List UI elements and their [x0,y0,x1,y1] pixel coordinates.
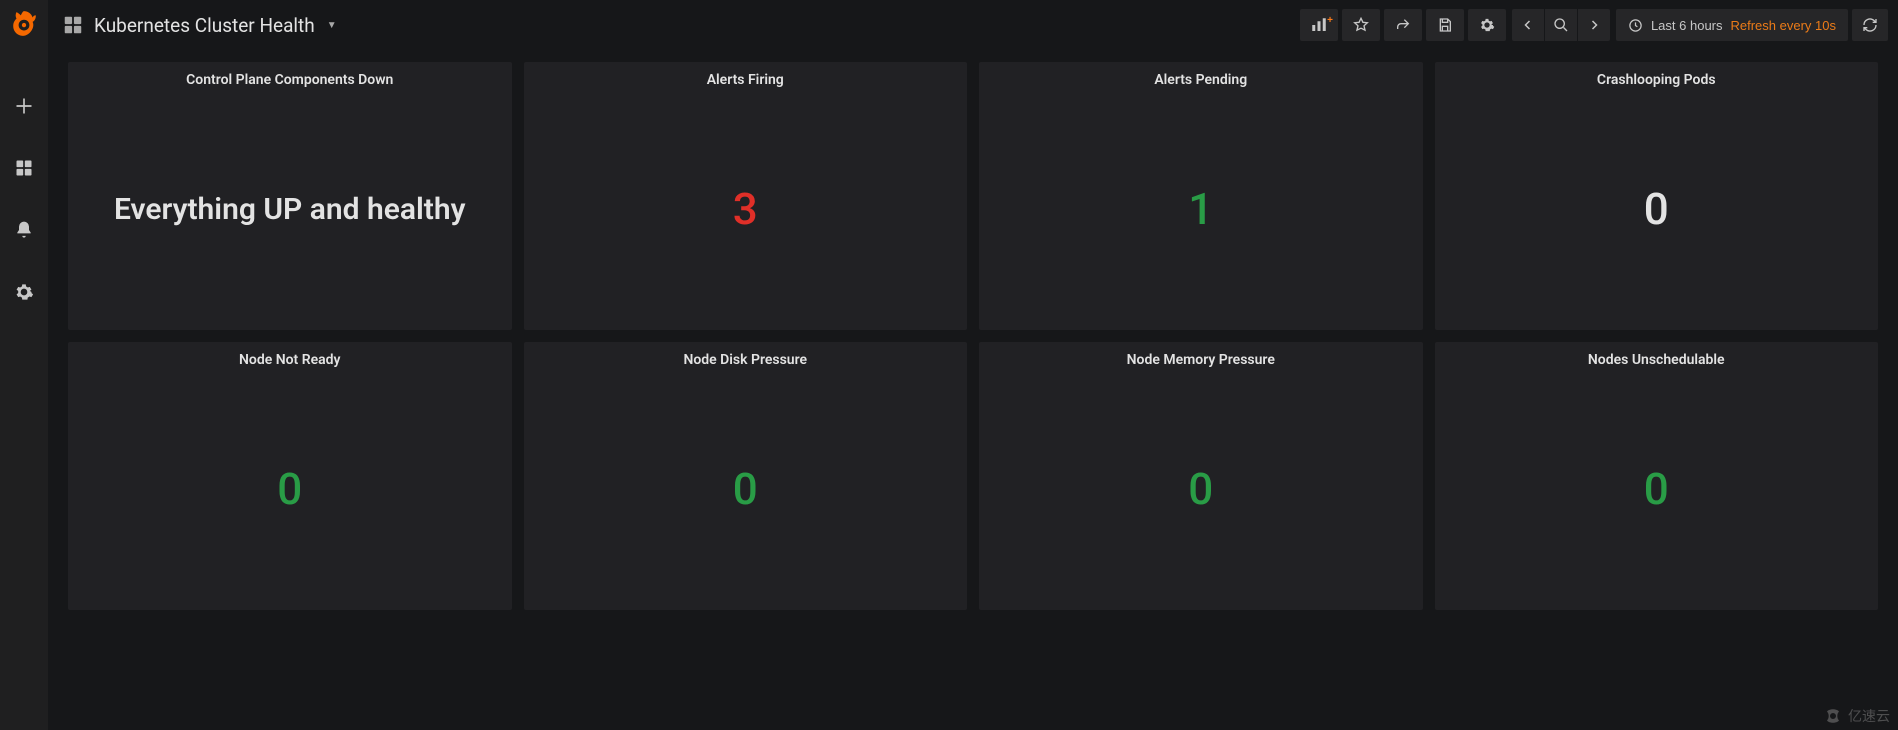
panel-row: Node Not Ready0Node Disk Pressure0Node M… [68,342,1878,610]
plus-badge-icon: + [1327,15,1333,26]
panel-title: Control Plane Components Down [186,72,393,88]
panel-value: Everything UP and healthy [114,192,466,227]
panel-title: Crashlooping Pods [1597,72,1716,88]
star-button[interactable] [1342,9,1380,41]
topbar: Kubernetes Cluster Health ▼ + [48,0,1898,50]
panel-body: 3 [524,88,968,330]
caret-down-icon: ▼ [327,20,337,31]
time-forward-button[interactable] [1578,9,1610,41]
stat-panel[interactable]: Alerts Pending 1 [979,62,1423,330]
sidebar [0,0,48,730]
panel-title: Alerts Pending [1154,72,1247,88]
stat-panel[interactable]: Crashlooping Pods 0 [1435,62,1879,330]
create-icon[interactable] [4,86,44,126]
dashboard-title-dropdown[interactable]: Kubernetes Cluster Health ▼ [62,14,337,37]
refresh-interval-label: Refresh every 10s [1731,18,1837,33]
panel-value: 0 [1644,463,1669,515]
panel-value: 1 [1188,183,1213,235]
dashboards-icon[interactable] [4,148,44,188]
panel-body: 0 [979,368,1423,610]
panel-body: Everything UP and healthy [68,88,512,330]
stat-panel[interactable]: Control Plane Components Down Everything … [68,62,512,330]
time-range-label: Last 6 hours [1651,18,1723,33]
time-back-button[interactable] [1512,9,1544,41]
stat-panel[interactable]: Node Not Ready 0 [68,342,512,610]
panel-body: 0 [1435,88,1879,330]
panel-title: Node Not Ready [239,352,341,368]
settings-button[interactable] [1468,9,1506,41]
panel-row: Control Plane Components Down Everything … [68,62,1878,330]
share-button[interactable] [1384,9,1422,41]
panel-value: 3 [733,183,758,235]
stat-panel[interactable]: Node Memory Pressure 0 [979,342,1423,610]
add-panel-button[interactable]: + [1300,9,1338,41]
panel-title: Nodes Unschedulable [1588,352,1725,368]
panel-body: 0 [524,368,968,610]
panel-body: 1 [979,88,1423,330]
stat-panel[interactable]: Alerts Firing 3 [524,62,968,330]
save-button[interactable] [1426,9,1464,41]
panel-value: 0 [733,463,758,515]
zoom-out-button[interactable] [1545,9,1577,41]
alerting-icon[interactable] [4,210,44,250]
top-toolbar: + [1300,9,1888,41]
panel-value: 0 [277,463,302,515]
panel-body: 0 [68,368,512,610]
clock-icon [1628,18,1643,33]
panel-title: Node Memory Pressure [1127,352,1275,368]
stat-panel[interactable]: Nodes Unschedulable 0 [1435,342,1879,610]
grafana-logo-icon[interactable] [6,6,42,42]
panel-body: 0 [1435,368,1879,610]
panel-title: Node Disk Pressure [683,352,807,368]
dashboard-title: Kubernetes Cluster Health [94,14,315,37]
dashboard-grid-icon [62,14,84,36]
configuration-icon[interactable] [4,272,44,312]
panel-value: 0 [1644,183,1669,235]
panel-value: 0 [1188,463,1213,515]
dashboard-body: Control Plane Components Down Everything … [48,50,1898,730]
refresh-button[interactable] [1852,9,1888,41]
time-range-picker[interactable]: Last 6 hours Refresh every 10s [1616,9,1848,41]
panel-title: Alerts Firing [707,72,784,88]
stat-panel[interactable]: Node Disk Pressure 0 [524,342,968,610]
